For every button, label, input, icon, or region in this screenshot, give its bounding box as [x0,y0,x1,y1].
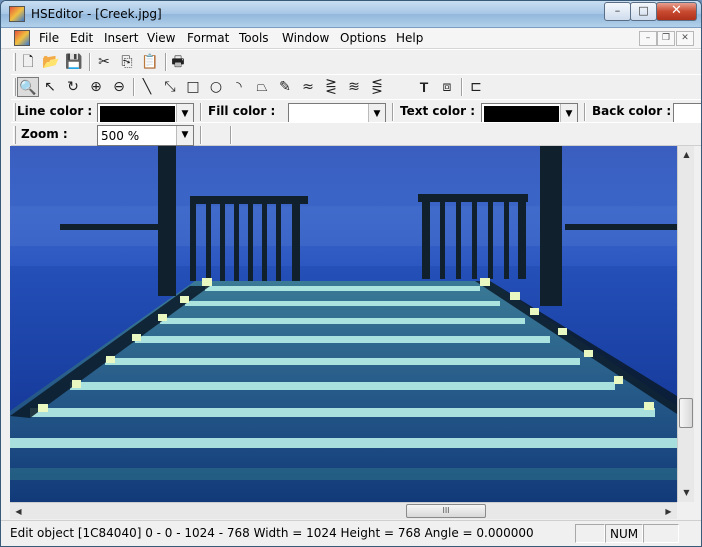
arrow-line-icon[interactable]: ⤡ [159,77,181,97]
menu-view[interactable]: View [147,31,175,45]
minimize-button[interactable]: – [604,2,631,21]
document-icon[interactable] [14,30,30,46]
scroll-left-icon[interactable]: ◀ [10,503,27,520]
menu-help[interactable]: Help [396,31,423,45]
toolbar-separator [461,78,463,96]
chevron-down-icon[interactable]: ▼ [176,126,193,145]
standard-toolbar: 🗋 📂 💾 ✂ ⎘ 📋 🖶 [11,49,701,75]
curve-icon[interactable]: ≈ [297,77,319,97]
title-bar[interactable]: HSEditor - [Creek.jpg] – □ ✕ [1,1,701,28]
new-icon[interactable]: 🗋 [17,52,39,72]
num-lock-pane: NUM [605,524,643,543]
zoom-toolbar: Zoom : 500 % ▼ [11,122,701,146]
toolbar-grip[interactable] [13,78,16,96]
toolbar-separator [392,103,394,121]
menu-file[interactable]: File [39,31,59,45]
toolbar-separator [89,53,91,71]
menu-bar: File Edit Insert View Format Tools Windo… [1,28,701,49]
polygon-icon[interactable]: ⏢ [251,77,273,97]
rectangle-icon[interactable]: □ [182,77,204,97]
menu-tools[interactable]: Tools [239,31,269,45]
multi-curve-icon[interactable]: ⋛ [320,77,342,97]
group-icon[interactable]: ⊏ [465,77,487,97]
vertical-scroll-thumb[interactable] [679,398,693,428]
menu-edit[interactable]: Edit [70,31,93,45]
scroll-down-icon[interactable]: ▼ [678,484,695,501]
mdi-minimize-button[interactable]: – [639,31,657,46]
toolbar-separator [584,103,586,121]
print-icon[interactable]: 🖶 [167,52,189,72]
arc-icon[interactable]: ◝ [228,77,250,97]
zoom-label: Zoom : [21,127,68,141]
status-text: Edit object [1C84040] 0 - 0 - 1024 - 768… [10,526,534,540]
app-icon[interactable] [9,6,25,22]
paste-icon[interactable]: 📋 [139,52,161,72]
ellipse-icon[interactable]: ○ [205,77,227,97]
num-lock-indicator: NUM [610,527,639,541]
menu-window[interactable]: Window [282,31,329,45]
toolbar-grip[interactable] [13,103,16,121]
status-bar: Edit object [1C84040] 0 - 0 - 1024 - 768… [1,520,701,546]
pointer-icon[interactable]: ↖ [39,77,61,97]
scroll-up-icon[interactable]: ▲ [678,146,695,163]
drawing-toolbar: 🔍 ↖ ↻ ⊕ ⊖ ╲ ⤡ □ ○ ◝ ⏢ ✎ ≈ ⋛ ≋ ⋚ T ⧈ ⊏ [11,74,701,100]
chevron-down-icon[interactable]: ▼ [560,104,577,124]
scrollbar-corner [677,502,694,519]
back-color-label: Back color : [592,104,672,118]
maximize-button[interactable]: □ [630,2,657,21]
line-icon[interactable]: ╲ [136,77,158,97]
vertical-scrollbar[interactable]: ▲ ▼ [677,146,694,502]
pencil-icon[interactable]: ✎ [274,77,296,97]
menu-options[interactable]: Options [340,31,386,45]
zoom-select-icon[interactable]: 🔍 [17,77,39,97]
copy-icon[interactable]: ⎘ [116,52,138,72]
save-icon[interactable]: 💾 [63,52,85,72]
image-canvas[interactable] [10,146,677,502]
insert-image-icon[interactable]: ⧈ [436,77,458,97]
text-color-swatch [484,106,559,122]
fill-color-label: Fill color : [208,104,276,118]
horizontal-scrollbar[interactable]: ◀ III ▶ [10,502,677,519]
scroll-right-icon[interactable]: ▶ [660,503,677,520]
toolbar-separator [133,78,135,96]
horizontal-scroll-thumb[interactable]: III [406,504,486,518]
open-icon[interactable]: 📂 [40,52,62,72]
zoom-in-icon[interactable]: ⊕ [85,77,107,97]
text-tool-icon[interactable]: T [413,77,435,97]
rotate-icon[interactable]: ↻ [62,77,84,97]
toolbar-separator [200,103,202,121]
text-color-label: Text color : [400,104,475,118]
mdi-restore-button[interactable]: ❐ [657,31,675,46]
bezier-icon[interactable]: ≋ [343,77,365,97]
status-pane [575,524,605,543]
fill-color-swatch [291,106,367,122]
creek-image [10,146,677,502]
menu-format[interactable]: Format [187,31,229,45]
menu-insert[interactable]: Insert [104,31,138,45]
line-color-swatch [100,106,175,122]
toolbar-grip[interactable] [13,126,16,144]
toolbar-grip[interactable] [13,53,16,71]
chevron-down-icon[interactable]: ▼ [176,104,193,124]
line-color-label: Line color : [17,104,93,118]
cut-icon[interactable]: ✂ [93,52,115,72]
freehand-icon[interactable]: ⋚ [366,77,388,97]
status-pane [643,524,679,543]
zoom-value: 500 % [101,129,140,143]
toolbar-separator [200,126,202,144]
close-button[interactable]: ✕ [656,2,697,21]
zoom-combo[interactable]: 500 % ▼ [97,125,194,146]
chevron-down-icon[interactable]: ▼ [368,104,385,124]
mdi-close-button[interactable]: ✕ [676,31,694,46]
app-window: HSEditor - [Creek.jpg] – □ ✕ File Edit I… [0,0,702,547]
zoom-out-icon[interactable]: ⊖ [108,77,130,97]
toolbar-separator [230,126,232,144]
window-title: HSEditor - [Creek.jpg] [31,7,162,21]
